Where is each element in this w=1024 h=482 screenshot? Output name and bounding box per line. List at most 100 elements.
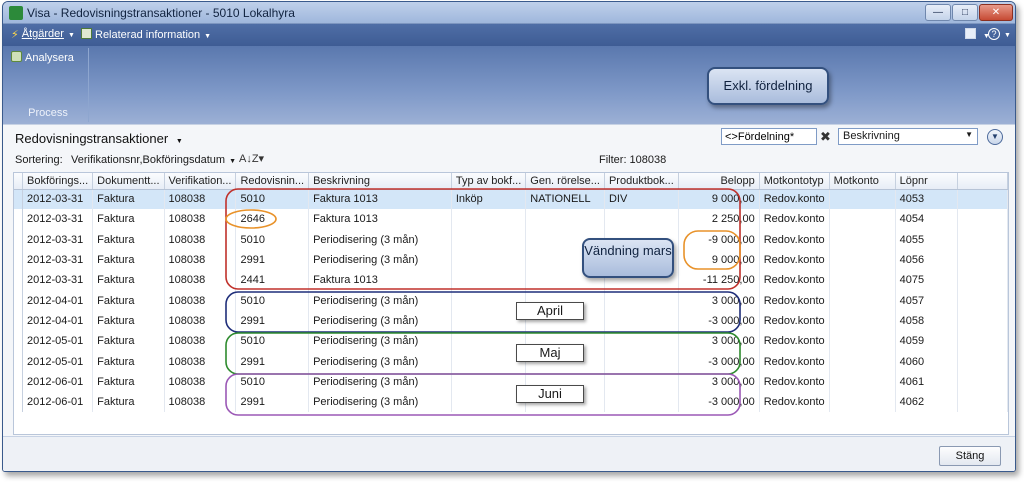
minimize-button[interactable]: — <box>925 4 951 21</box>
label-maj: Maj <box>516 344 584 362</box>
table-cell <box>451 270 527 291</box>
table-cell: Faktura <box>92 209 165 230</box>
close-window-button[interactable]: ✕ <box>979 4 1013 21</box>
table-cell-filler <box>957 270 1008 291</box>
table-cell: Redov.konto <box>759 249 830 271</box>
table-cell: 2991 <box>235 351 310 372</box>
clear-filter-icon[interactable]: ✖ <box>820 129 831 145</box>
table-cell: Periodisering (3 mån) <box>308 249 452 271</box>
table-cell <box>829 189 896 210</box>
table-cell: -9 000,00 <box>678 229 760 250</box>
chevron-down-icon: ▼ <box>204 33 212 40</box>
row-selector[interactable] <box>14 229 23 250</box>
col-header[interactable]: Motkonto <box>829 173 896 190</box>
table-cell: -3 000,00 <box>678 310 760 332</box>
table-row[interactable]: 2012-06-01 Faktura 108038 2991 Periodisering… <box>14 391 1008 413</box>
table-cell: Periodisering (3 mån) <box>308 310 452 332</box>
row-selector[interactable] <box>14 371 23 392</box>
table-cell: 108038 <box>164 270 237 291</box>
table-cell: 108038 <box>164 310 237 332</box>
table-cell: Faktura <box>92 310 165 332</box>
table-cell: Faktura <box>92 331 165 352</box>
title-bar[interactable]: Visa - Redovisningstransaktioner - 5010 … <box>3 2 1015 24</box>
table-cell: 2012-03-31 <box>22 270 94 291</box>
table-cell <box>604 290 679 311</box>
menu-related-info[interactable]: Relaterad information ▼ <box>81 28 211 41</box>
table-cell: 5010 <box>235 229 310 250</box>
ribbon-group-label: Process <box>28 107 68 119</box>
row-selector[interactable] <box>14 249 23 271</box>
table-row[interactable]: 2012-03-31 Faktura 108038 2441 Faktura 1013 -… <box>14 270 1008 291</box>
page-header: Redovisningstransaktioner ▼ Sortering: V… <box>3 124 1015 172</box>
table-row[interactable]: 2012-05-01 Faktura 108038 5010 Periodisering… <box>14 331 1008 352</box>
table-cell: Faktura <box>92 229 165 250</box>
table-cell <box>604 331 679 352</box>
table-cell <box>604 391 679 413</box>
table-cell: 2012-06-01 <box>22 391 94 413</box>
col-header[interactable]: Belopp <box>678 173 760 190</box>
label-april: April <box>516 302 584 320</box>
table-cell <box>829 331 896 352</box>
row-selector[interactable] <box>14 270 23 291</box>
col-header[interactable]: Dokumentt... <box>92 173 165 190</box>
document-icon <box>81 28 92 39</box>
col-header[interactable]: Motkontotyp <box>759 173 830 190</box>
ribbon-group-process: Analysera Process <box>7 48 89 122</box>
table-cell-filler <box>957 331 1008 352</box>
table-cell: 4061 <box>895 371 959 392</box>
sort-dropdown[interactable]: Verifikationsnr,Bokföringsdatum ▼ <box>71 154 236 166</box>
maximize-button[interactable]: □ <box>952 4 978 21</box>
table-row[interactable]: 2012-03-31 Faktura 108038 2646 Faktura 1013 2… <box>14 209 1008 230</box>
table-row[interactable]: 2012-04-01 Faktura 108038 2991 Periodisering… <box>14 310 1008 332</box>
table-cell <box>829 310 896 332</box>
col-header[interactable]: Produktbok... <box>604 173 679 190</box>
table-row[interactable]: 2012-04-01 Faktura 108038 5010 Periodisering… <box>14 290 1008 311</box>
menu-actions[interactable]: ⚡ Åtgärder ▼ <box>11 28 75 41</box>
table-cell <box>829 270 896 291</box>
table-cell-filler <box>957 189 1008 210</box>
table-cell-filler <box>957 391 1008 413</box>
help-icon: ? <box>988 28 1000 40</box>
row-selector[interactable] <box>14 310 23 332</box>
col-header[interactable]: Redovisnin... <box>235 173 310 190</box>
ribbon: Analysera Process <box>3 46 1015 124</box>
expand-filter-button[interactable]: ▼ <box>987 129 1003 145</box>
col-header[interactable]: Löpnr <box>895 173 959 190</box>
table-cell: Faktura 1013 <box>308 270 452 291</box>
row-selector[interactable] <box>14 331 23 352</box>
col-header[interactable]: Bokförings... <box>22 173 94 190</box>
table-row[interactable]: 2012-03-31 Faktura 108038 5010 Periodisering… <box>14 229 1008 250</box>
col-header[interactable]: Verifikation... <box>164 173 237 190</box>
table-cell: 3 000,00 <box>678 371 760 392</box>
table-row[interactable]: 2012-06-01 Faktura 108038 5010 Periodisering… <box>14 371 1008 392</box>
row-selector[interactable] <box>14 189 23 210</box>
table-cell: Faktura <box>92 249 165 271</box>
table-cell: Faktura <box>92 189 165 210</box>
row-selector[interactable] <box>14 351 23 372</box>
col-header[interactable]: Typ av bokf... <box>451 173 527 190</box>
filter-input[interactable] <box>721 128 817 145</box>
row-selector[interactable] <box>14 290 23 311</box>
row-selector[interactable] <box>14 391 23 413</box>
table-row[interactable]: 2012-05-01 Faktura 108038 2991 Periodisering… <box>14 351 1008 372</box>
table-cell <box>604 310 679 332</box>
sort-direction-icon[interactable]: A↓Z▾ <box>239 152 264 165</box>
table-header: Bokförings... Dokumentt... Verifikation.… <box>14 173 1008 190</box>
analyze-button[interactable]: Analysera <box>11 51 74 64</box>
close-button[interactable]: Stäng <box>939 446 1001 466</box>
table-row[interactable]: 2012-03-31 Faktura 108038 5010 Faktura 1013 I… <box>14 189 1008 210</box>
table-cell: Faktura <box>92 391 165 413</box>
page-title[interactable]: Redovisningstransaktioner ▼ <box>15 131 183 146</box>
filter-field-select[interactable]: Beskrivning ▼ <box>838 128 978 145</box>
table-cell: Periodisering (3 mån) <box>308 290 452 311</box>
help-button[interactable]: ? ▼ <box>988 28 1011 40</box>
table-cell: 4059 <box>895 331 959 352</box>
table-cell: Faktura <box>92 270 165 291</box>
table-cell: Redov.konto <box>759 270 830 291</box>
col-header[interactable]: Beskrivning <box>308 173 452 190</box>
col-header[interactable]: Gen. rörelse... <box>525 173 605 190</box>
lightning-icon: ⚡ <box>11 29 19 41</box>
table-row[interactable]: 2012-03-31 Faktura 108038 2991 Periodisering… <box>14 249 1008 271</box>
row-selector[interactable] <box>14 209 23 230</box>
view-options-button[interactable]: ▼ <box>965 28 990 41</box>
